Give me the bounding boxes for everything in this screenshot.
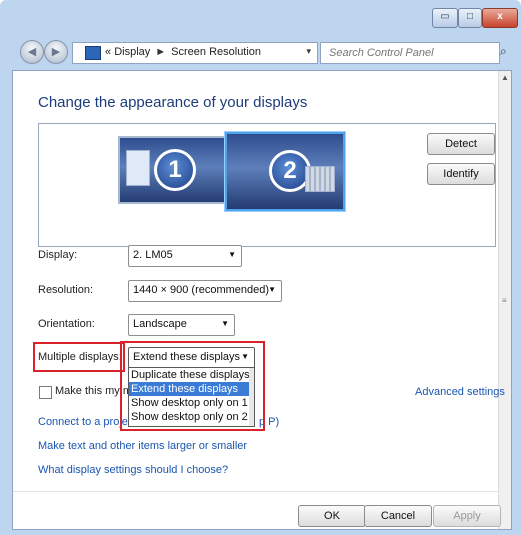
address-dropdown-icon[interactable]: ▾ xyxy=(306,46,311,57)
close-icon: x xyxy=(497,11,503,22)
control-panel-icon xyxy=(85,46,101,60)
screen-resolution-window: ▭ □ x ◀ ▶ « Display ► Screen Resolution ▾ … xyxy=(0,0,521,535)
search-box[interactable] xyxy=(320,42,500,64)
advanced-settings-link[interactable]: Advanced settings xyxy=(415,386,505,398)
page-title: Change the appearance of your displays xyxy=(38,94,308,111)
breadcrumb-prefix[interactable]: « xyxy=(105,46,111,58)
display-help-link[interactable]: What display settings should I choose? xyxy=(38,464,228,476)
divider xyxy=(13,491,498,492)
breadcrumb-separator: ► xyxy=(155,46,167,58)
annotation-box-dropdown xyxy=(120,341,265,431)
resolution-select[interactable]: 1440 × 900 (recommended) ▼ xyxy=(128,280,282,302)
scroll-grip-icon[interactable]: ≡ xyxy=(502,296,507,305)
monitor-1-number: 1 xyxy=(154,149,196,191)
content-pane: ▲ ≡ Change the appearance of your displa… xyxy=(12,70,512,530)
breadcrumb-item-display[interactable]: Display xyxy=(114,46,150,58)
monitor-1-window-icon xyxy=(126,150,150,186)
annotation-box-label xyxy=(33,342,125,372)
chevron-down-icon: ▼ xyxy=(228,250,236,259)
identify-button[interactable]: Identify xyxy=(427,163,495,185)
monitor-1[interactable]: 1 xyxy=(118,136,227,204)
address-bar[interactable]: « Display ► Screen Resolution ▾ xyxy=(72,42,318,64)
orientation-label: Orientation: xyxy=(38,318,95,330)
navigation-bar: ◀ ▶ « Display►Screen Resolution ▾ ↻ ⌕ xyxy=(0,38,521,68)
resolution-label: Resolution: xyxy=(38,284,94,296)
maximize-button[interactable]: □ xyxy=(458,8,482,28)
close-button[interactable]: x xyxy=(482,8,518,28)
resolution-select-value: 1440 × 900 (recommended) xyxy=(133,284,270,296)
search-icon[interactable]: ⌕ xyxy=(500,44,507,59)
minimize-icon: ▭ xyxy=(440,11,450,22)
connect-projector-link[interactable]: Connect to a proje xyxy=(38,416,128,428)
chevron-down-icon: ▼ xyxy=(221,319,229,328)
cancel-button[interactable]: Cancel xyxy=(364,505,432,527)
breadcrumb: « Display ► Screen Resolution xyxy=(105,46,261,58)
ok-button[interactable]: OK xyxy=(298,505,366,527)
minimize-button[interactable]: ▭ xyxy=(432,8,458,28)
monitor-2-keyboard-icon xyxy=(305,166,335,192)
orientation-select-value: Landscape xyxy=(133,318,187,330)
detect-button[interactable]: Detect xyxy=(427,133,495,155)
display-select[interactable]: 2. LM05 ▼ xyxy=(128,245,242,267)
search-input[interactable] xyxy=(327,43,481,63)
back-button[interactable]: ◀ xyxy=(20,40,44,64)
maximize-icon: □ xyxy=(466,11,474,22)
text-size-link[interactable]: Make text and other items larger or smal… xyxy=(38,440,247,452)
back-arrow-icon: ◀ xyxy=(27,46,37,58)
display-select-value: 2. LM05 xyxy=(133,249,173,261)
title-bar: ▭ □ x xyxy=(0,0,521,30)
make-main-display-checkbox[interactable] xyxy=(39,386,52,399)
orientation-select[interactable]: Landscape ▼ xyxy=(128,314,235,336)
forward-arrow-icon: ▶ xyxy=(51,46,61,58)
display-label: Display: xyxy=(38,249,78,261)
vertical-scrollbar[interactable]: ▲ ≡ xyxy=(498,71,511,529)
apply-button[interactable]: Apply xyxy=(433,505,501,527)
forward-button[interactable]: ▶ xyxy=(44,40,68,64)
scroll-up-icon[interactable]: ▲ xyxy=(501,73,509,82)
breadcrumb-item-screen-resolution[interactable]: Screen Resolution xyxy=(171,46,261,58)
monitor-2[interactable]: 2 xyxy=(225,132,345,211)
chevron-down-icon: ▼ xyxy=(268,285,276,294)
